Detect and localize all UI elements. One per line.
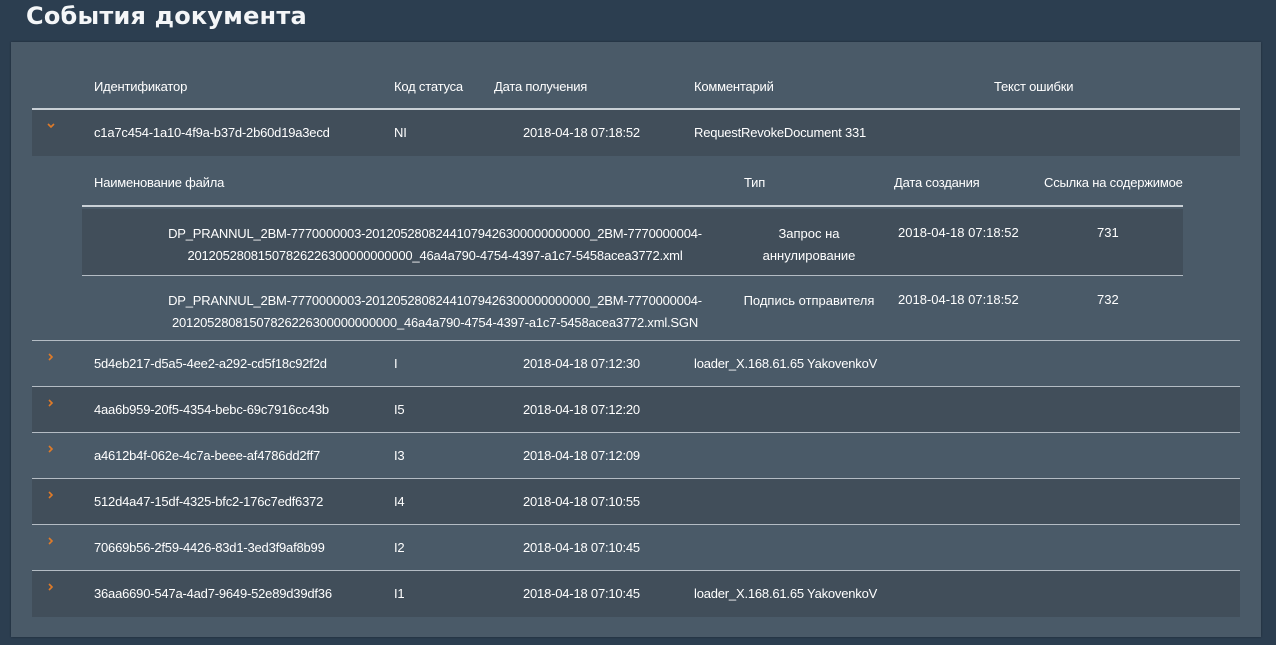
file-row[interactable]: DP_PRANNUL_2BM-7770000003-20120528082441…: [82, 276, 1183, 343]
chevron-right-icon[interactable]: [46, 398, 58, 410]
chevron-right-icon[interactable]: [46, 582, 58, 594]
file-type-line: Запрос на: [778, 226, 840, 241]
table-row[interactable]: 5d4eb217-d5a5-4ee2-a292-cd5f18c92f2d I 2…: [32, 341, 1240, 387]
column-header-error[interactable]: Текст ошибки: [994, 79, 1073, 94]
events-panel: Идентификатор Код статуса Дата получения…: [11, 42, 1261, 637]
row-status: I3: [394, 448, 405, 463]
row-id: 5d4eb217-d5a5-4ee2-a292-cd5f18c92f2d: [94, 356, 327, 371]
chevron-right-icon[interactable]: [46, 536, 58, 548]
file-type: Подпись отправителя: [734, 290, 884, 312]
row-date: 2018-04-18 07:12:20: [523, 402, 640, 417]
row-date: 2018-04-18 07:12:09: [523, 448, 640, 463]
table-row[interactable]: a4612b4f-062e-4c7a-beee-af4786dd2ff7 I3 …: [32, 433, 1240, 479]
chevron-right-icon[interactable]: [46, 490, 58, 502]
row-comment: loader_X.168.61.65 YakovenkoV: [694, 586, 878, 601]
row-status: I: [394, 356, 398, 371]
table-row[interactable]: 4aa6b959-20f5-4354-bebc-69c7916cc43b I5 …: [32, 387, 1240, 433]
table-row[interactable]: 512d4a47-15df-4325-bfc2-176c7edf6372 I4 …: [32, 479, 1240, 525]
row-status: I5: [394, 402, 405, 417]
row-comment: RequestRevokeDocument 331: [694, 125, 867, 140]
table-row[interactable]: 36aa6690-547a-4ad7-9649-52e89d39df36 I1 …: [32, 571, 1240, 617]
column-header-comment[interactable]: Комментарий: [694, 79, 774, 94]
file-created: 2018-04-18 07:18:52: [898, 225, 1019, 240]
row-id: c1a7c454-1a10-4f9a-b37d-2b60d19a3ecd: [94, 125, 330, 140]
row-id: 4aa6b959-20f5-4354-bebc-69c7916cc43b: [94, 402, 329, 417]
row-date: 2018-04-18 07:10:45: [523, 586, 640, 601]
row-id: 70669b56-2f59-4426-83d1-3ed3f9af8b99: [94, 540, 325, 555]
file-content-link[interactable]: 732: [1097, 292, 1119, 307]
file-name: DP_PRANNUL_2BM-7770000003-20120528082441…: [82, 290, 788, 334]
column-header-link[interactable]: Ссылка на содержимое: [1044, 175, 1183, 190]
table-row-expanded[interactable]: c1a7c454-1a10-4f9a-b37d-2b60d19a3ecd NI …: [32, 110, 1240, 156]
table-header: Идентификатор Код статуса Дата получения…: [32, 66, 1240, 110]
row-id: 512d4a47-15df-4325-bfc2-176c7edf6372: [94, 494, 324, 509]
files-subtable: Наименование файла Тип Дата создания Ссы…: [32, 156, 1240, 341]
column-header-type[interactable]: Тип: [744, 175, 765, 190]
row-status: NI: [394, 125, 407, 140]
column-header-filename[interactable]: Наименование файла: [94, 175, 224, 190]
file-type-line: аннулирование: [762, 248, 856, 263]
row-status: I4: [394, 494, 405, 509]
row-comment: loader_X.168.61.65 YakovenkoV: [694, 356, 878, 371]
row-date: 2018-04-18 07:10:45: [523, 540, 640, 555]
row-id: 36aa6690-547a-4ad7-9649-52e89d39df36: [94, 586, 332, 601]
row-id: a4612b4f-062e-4c7a-beee-af4786dd2ff7: [94, 448, 321, 463]
table-row[interactable]: 70669b56-2f59-4426-83d1-3ed3f9af8b99 I2 …: [32, 525, 1240, 571]
file-created: 2018-04-18 07:18:52: [898, 292, 1019, 307]
chevron-down-icon[interactable]: [46, 120, 58, 132]
row-date: 2018-04-18 07:18:52: [523, 125, 640, 140]
file-type: Запрос на аннулирование: [734, 223, 884, 267]
chevron-right-icon[interactable]: [46, 444, 58, 456]
file-content-link[interactable]: 731: [1097, 225, 1119, 240]
row-date: 2018-04-18 07:10:55: [523, 494, 640, 509]
file-name-line: DP_PRANNUL_2BM-7770000003-20120528082441…: [168, 226, 702, 241]
file-name-line: DP_PRANNUL_2BM-7770000003-20120528082441…: [168, 293, 702, 308]
column-header-id[interactable]: Идентификатор: [94, 79, 187, 94]
column-header-status[interactable]: Код статуса: [394, 79, 463, 94]
file-name-line: 20120528081507826226300000000000_46a4a79…: [171, 315, 699, 330]
file-name: DP_PRANNUL_2BM-7770000003-20120528082441…: [82, 223, 788, 267]
file-type-line: Подпись отправителя: [743, 293, 875, 308]
chevron-right-icon[interactable]: [46, 352, 58, 364]
column-header-created[interactable]: Дата создания: [894, 175, 980, 190]
row-date: 2018-04-18 07:12:30: [523, 356, 640, 371]
events-table: Идентификатор Код статуса Дата получения…: [32, 66, 1240, 617]
file-name-line: 20120528081507826226300000000000_46a4a79…: [187, 248, 683, 263]
files-header: Наименование файла Тип Дата создания Ссы…: [82, 156, 1183, 207]
row-status: I2: [394, 540, 405, 555]
page-title: События документа: [26, 2, 307, 30]
row-status: I1: [394, 586, 405, 601]
column-header-date[interactable]: Дата получения: [494, 79, 587, 94]
file-row[interactable]: DP_PRANNUL_2BM-7770000003-20120528082441…: [82, 209, 1183, 276]
